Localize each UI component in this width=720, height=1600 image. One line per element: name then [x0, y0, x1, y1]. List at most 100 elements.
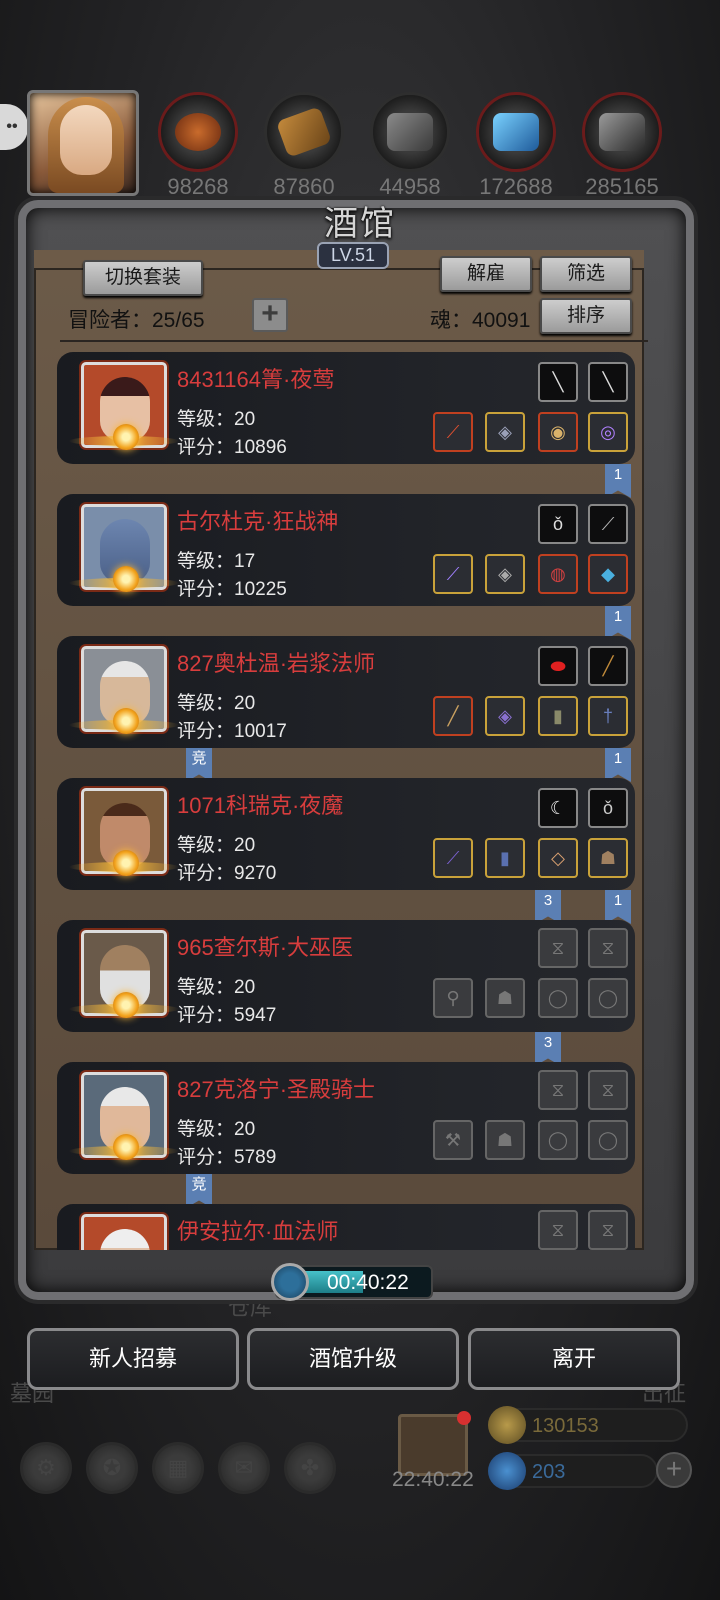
- hero-name: 8431164箐·夜莺: [177, 367, 335, 392]
- hero-level: 等级：20: [177, 409, 256, 430]
- empty-armor-icon[interactable]: ☗: [485, 978, 525, 1018]
- gift-box-icon[interactable]: [398, 1411, 471, 1476]
- crystal-icon: [476, 92, 556, 172]
- leave-button[interactable]: 离开: [468, 1328, 680, 1390]
- tavern-timer: 00:40:22: [271, 1263, 433, 1301]
- sort-button[interactable]: 排序: [540, 298, 632, 334]
- mail-icon[interactable]: ✉: [218, 1442, 270, 1494]
- player-avatar[interactable]: [27, 90, 139, 196]
- hero-score: 评分：5789: [177, 1147, 277, 1168]
- screen: 墓园 仓库 出征 •• 98268 87860 44958 172688 285…: [0, 0, 720, 1600]
- hero-card[interactable]: 1071科瑞克·夜魔 等级：20 评分：9270 ☾ ǒ ⟋ ▮ ◇ ☗: [57, 778, 635, 890]
- shield-icon[interactable]: ▮: [538, 696, 578, 736]
- upgrade-tavern-button[interactable]: 酒馆升级: [247, 1328, 459, 1390]
- hero-name: 伊安拉尔·血法师: [177, 1219, 339, 1244]
- recruit-button[interactable]: 新人招募: [27, 1328, 239, 1390]
- hero-score: 评分：9270: [177, 863, 277, 884]
- rank-medal-icon: [69, 992, 181, 1020]
- empty-ring-icon[interactable]: ◯: [538, 1120, 578, 1160]
- sword-icon[interactable]: ╲: [588, 362, 628, 402]
- armor-icon[interactable]: ◈: [485, 554, 525, 594]
- dismiss-button[interactable]: 解雇: [440, 256, 532, 292]
- hero-card[interactable]: 827克洛宁·圣殿骑士 等级：20 评分：5789 ⧖ ⧖ ⚒ ☗ ◯ ◯: [57, 1062, 635, 1174]
- empty-slot-icon[interactable]: ⧖: [588, 1070, 628, 1110]
- empty-slot-icon[interactable]: ⧖: [588, 1210, 628, 1250]
- empty-ring-icon[interactable]: ◯: [538, 978, 578, 1018]
- helmet-icon[interactable]: ◍: [538, 554, 578, 594]
- claw-icon[interactable]: ☾: [538, 788, 578, 828]
- hero-name: 827克洛宁·圣殿骑士: [177, 1077, 376, 1102]
- hero-score: 评分：5947: [177, 1005, 277, 1026]
- hero-name: 古尔杜克·狂战神: [177, 509, 339, 534]
- spear-icon[interactable]: ⟋: [433, 412, 473, 452]
- hero-score: 评分：10017: [177, 721, 287, 742]
- timer-text: 00:40:22: [327, 1271, 409, 1294]
- amulet-icon[interactable]: ◉: [538, 412, 578, 452]
- feather-icon[interactable]: ⟋: [588, 504, 628, 544]
- hero-card[interactable]: 965查尔斯·大巫医 等级：20 评分：5947 ⧖ ⧖ ⚲ ☗ ◯ ◯: [57, 920, 635, 1032]
- axe-icon[interactable]: ⟋: [433, 554, 473, 594]
- gold-bar: 130153: [488, 1406, 688, 1444]
- hero-name: 827奥杜温·岩浆法师: [177, 651, 376, 676]
- hero-card[interactable]: 伊安拉尔·血法师 ⧖ ⧖: [57, 1204, 635, 1250]
- armor-icon[interactable]: ◈: [485, 696, 525, 736]
- codex-icon[interactable]: ▦: [152, 1442, 204, 1494]
- clock-icon: [271, 1263, 309, 1301]
- hero-name: 1071科瑞克·夜魔: [177, 793, 344, 818]
- staff-icon[interactable]: ╱: [433, 696, 473, 736]
- tavern-title: 酒馆: [324, 204, 396, 244]
- hero-score: 评分：10896: [177, 437, 287, 458]
- necklace-icon[interactable]: ǒ: [538, 504, 578, 544]
- hero-portrait: [81, 1214, 167, 1250]
- bread-icon: [158, 92, 238, 172]
- chat-bubble-icon[interactable]: ••: [0, 104, 28, 150]
- hero-card[interactable]: 8431164箐·夜莺 等级：20 评分：10896 ╲ ╲ ⟋ ◈ ◉ ◎: [57, 352, 635, 464]
- gem-bar: 203: [488, 1452, 658, 1490]
- filter-button[interactable]: 筛选: [540, 256, 632, 292]
- mask-icon[interactable]: ☗: [588, 838, 628, 878]
- guild-icon[interactable]: ✤: [284, 1442, 336, 1494]
- empty-slot-icon[interactable]: ⧖: [588, 928, 628, 968]
- empty-ring-icon[interactable]: ◯: [588, 1120, 628, 1160]
- empty-weapon-icon[interactable]: ⚒: [433, 1120, 473, 1160]
- blade-icon[interactable]: ⟋: [433, 838, 473, 878]
- wood-icon: [264, 92, 344, 172]
- empty-armor-icon[interactable]: ☗: [485, 1120, 525, 1160]
- ring-icon[interactable]: ◎: [588, 412, 628, 452]
- hero-card[interactable]: 古尔杜克·狂战神 等级：17 评分：10225 ǒ ⟋ ⟋ ◈ ◍ ◆: [57, 494, 635, 606]
- settings-icon[interactable]: ⚙: [20, 1442, 72, 1494]
- adventurer-count: 冒险者：25/65: [68, 309, 205, 332]
- gold-icon: [488, 1406, 526, 1444]
- empty-slot-icon[interactable]: ⧖: [538, 1070, 578, 1110]
- empty-weapon-icon[interactable]: ⚲: [433, 978, 473, 1018]
- staff-icon[interactable]: ╲: [538, 362, 578, 402]
- rank-medal-icon: [69, 708, 181, 736]
- necklace-icon[interactable]: ǒ: [588, 788, 628, 828]
- gem-amount: 203: [532, 1461, 566, 1483]
- empty-slot-icon[interactable]: ⧖: [538, 928, 578, 968]
- cloak-icon[interactable]: ▮: [485, 838, 525, 878]
- add-gems-button[interactable]: +: [656, 1452, 692, 1488]
- empty-ring-icon[interactable]: ◯: [588, 978, 628, 1018]
- hero-level: 等级：20: [177, 1119, 256, 1140]
- switch-outfit-button[interactable]: 切换套装: [83, 260, 203, 296]
- rank-medal-icon: [69, 1134, 181, 1162]
- hero-card[interactable]: 827奥杜温·岩浆法师 等级：20 评分：10017 ⬬ ╱ ╱ ◈ ▮ †: [57, 636, 635, 748]
- tavern-level-badge: LV.51: [317, 242, 389, 269]
- iron-icon: [582, 92, 662, 172]
- hero-level: 等级：17: [177, 551, 256, 572]
- empty-slot-icon[interactable]: ⧖: [538, 1210, 578, 1250]
- add-slot-button[interactable]: +: [252, 298, 288, 332]
- wand-icon[interactable]: ╱: [588, 646, 628, 686]
- achievement-icon[interactable]: ✪: [86, 1442, 138, 1494]
- header-divider: [60, 340, 648, 342]
- dagger-icon[interactable]: †: [588, 696, 628, 736]
- avatar-face: [60, 105, 112, 175]
- gift-timer: 22:40:22: [392, 1468, 474, 1491]
- gem-icon[interactable]: ⬬: [538, 646, 578, 686]
- hero-name: 965查尔斯·大巫医: [177, 935, 354, 960]
- armor-icon[interactable]: ◈: [485, 412, 525, 452]
- tome-icon[interactable]: ◇: [538, 838, 578, 878]
- bracer-icon[interactable]: ◆: [588, 554, 628, 594]
- notification-dot: [457, 1411, 471, 1425]
